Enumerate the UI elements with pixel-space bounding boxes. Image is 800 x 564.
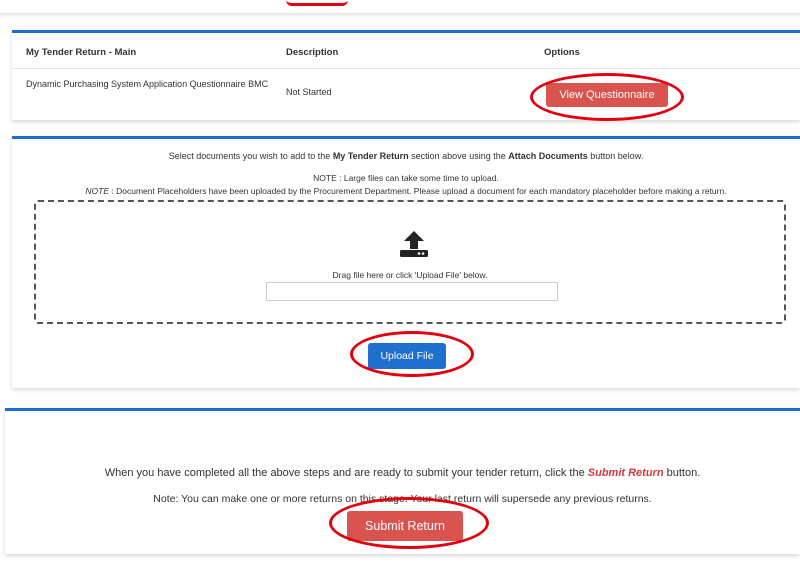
upload-icon [400,231,428,257]
row-description: Not Started [286,87,332,97]
instruction-text: Select documents you wish to add to the [168,151,333,161]
view-questionnaire-button[interactable]: View Questionnaire [546,83,668,107]
submit-return-button[interactable]: Submit Return [347,511,463,541]
note-placeholders: NOTE : Document Placeholders have been u… [12,186,800,196]
note-large-files: NOTE : Large files can take some time to… [313,173,499,183]
annotation-mark [286,0,348,6]
file-drop-zone[interactable]: Drag file here or click 'Upload File' be… [34,200,786,324]
note-placeholders-text: : Document Placeholders have been upload… [109,186,727,196]
instruction-bold-button: Attach Documents [508,151,588,161]
submit-text-end: button. [663,467,701,479]
row-title: Dynamic Purchasing System Application Qu… [26,79,269,89]
tender-return-panel: My Tender Return - Main Description Opti… [12,30,800,121]
submit-note: Note: You can make one or more returns o… [153,493,652,505]
table-row: Dynamic Purchasing System Application Qu… [12,73,800,117]
submit-emphasis: Submit Return [587,467,664,479]
top-card-edge [0,0,800,14]
drag-instructions: Drag file here or click 'Upload File' be… [332,270,488,280]
header-options: Options [544,47,580,58]
note-label: NOTE [85,186,110,196]
submit-panel: When you have completed all the above st… [5,408,800,554]
submit-instructions: When you have completed all the above st… [5,467,800,479]
instruction-bold-section: My Tender Return [332,151,409,161]
submit-text: When you have completed all the above st… [104,467,588,479]
header-description: Description [286,47,339,58]
upload-panel: Select documents you wish to add to the … [12,136,800,388]
table-header: My Tender Return - Main Description Opti… [12,47,800,69]
instruction-text-end: button below. [587,151,644,161]
upload-instructions: Select documents you wish to add to the … [12,151,800,161]
file-name-input[interactable] [266,282,558,301]
header-tender-return: My Tender Return - Main [26,47,137,58]
upload-file-button[interactable]: Upload File [368,343,446,369]
instruction-text-mid: section above using the [408,151,509,161]
